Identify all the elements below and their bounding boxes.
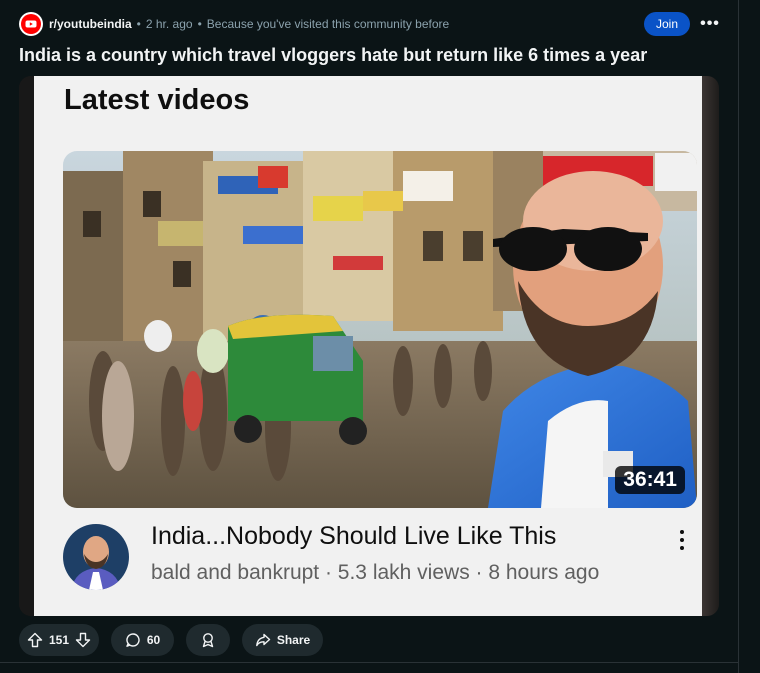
street-scene-image bbox=[63, 151, 697, 508]
subreddit-avatar[interactable] bbox=[19, 12, 43, 36]
arrow-up-icon[interactable] bbox=[27, 632, 43, 648]
media-edge-left bbox=[19, 76, 34, 616]
award-button[interactable] bbox=[186, 624, 230, 656]
arrow-down-icon[interactable] bbox=[75, 632, 91, 648]
post-time: 2 hr. ago bbox=[145, 17, 193, 31]
post-actions: 151 60 Share bbox=[19, 624, 323, 656]
share-button[interactable]: Share bbox=[242, 624, 323, 656]
share-label: Share bbox=[276, 633, 311, 647]
separator-dot: • bbox=[197, 17, 202, 31]
divider-vertical bbox=[738, 0, 739, 673]
share-arrow-icon bbox=[255, 632, 271, 648]
channel-avatar bbox=[63, 524, 129, 590]
comment-count: 60 bbox=[146, 633, 161, 647]
divider-horizontal bbox=[0, 662, 738, 663]
video-duration-badge: 36:41 bbox=[615, 466, 685, 494]
video-title: India...Nobody Should Live Like This bbox=[151, 522, 557, 550]
post-media[interactable]: Latest videos 36:41 India...Nobody Shoul… bbox=[19, 76, 719, 616]
subreddit-name[interactable]: r/youtubeindia bbox=[49, 17, 132, 31]
post-meta-row: r/youtubeindia • 2 hr. ago • Because you… bbox=[19, 12, 449, 36]
video-thumbnail: 36:41 bbox=[63, 151, 697, 508]
post-title[interactable]: India is a country which travel vloggers… bbox=[19, 45, 647, 66]
recommendation-reason: Because you've visited this community be… bbox=[206, 17, 450, 31]
speech-bubble-icon bbox=[125, 632, 141, 648]
award-icon bbox=[200, 632, 216, 648]
vote-count: 151 bbox=[48, 633, 70, 647]
vote-control: 151 bbox=[19, 624, 99, 656]
separator-dot: • bbox=[136, 17, 141, 31]
media-edge-right bbox=[702, 76, 719, 616]
comments-button[interactable]: 60 bbox=[111, 624, 174, 656]
latest-videos-heading: Latest videos bbox=[64, 84, 250, 116]
youtube-screenshot: Latest videos 36:41 India...Nobody Shoul… bbox=[34, 76, 702, 616]
reddit-post: r/youtubeindia • 2 hr. ago • Because you… bbox=[0, 0, 760, 673]
channel-avatar-image bbox=[63, 524, 129, 590]
more-options-icon[interactable]: ••• bbox=[698, 12, 722, 36]
kebab-menu-icon bbox=[674, 526, 690, 554]
video-meta: bald and bankrupt · 5.3 lakh views · 8 h… bbox=[151, 561, 600, 584]
join-button[interactable]: Join bbox=[644, 12, 690, 36]
youtube-play-icon bbox=[21, 14, 41, 34]
